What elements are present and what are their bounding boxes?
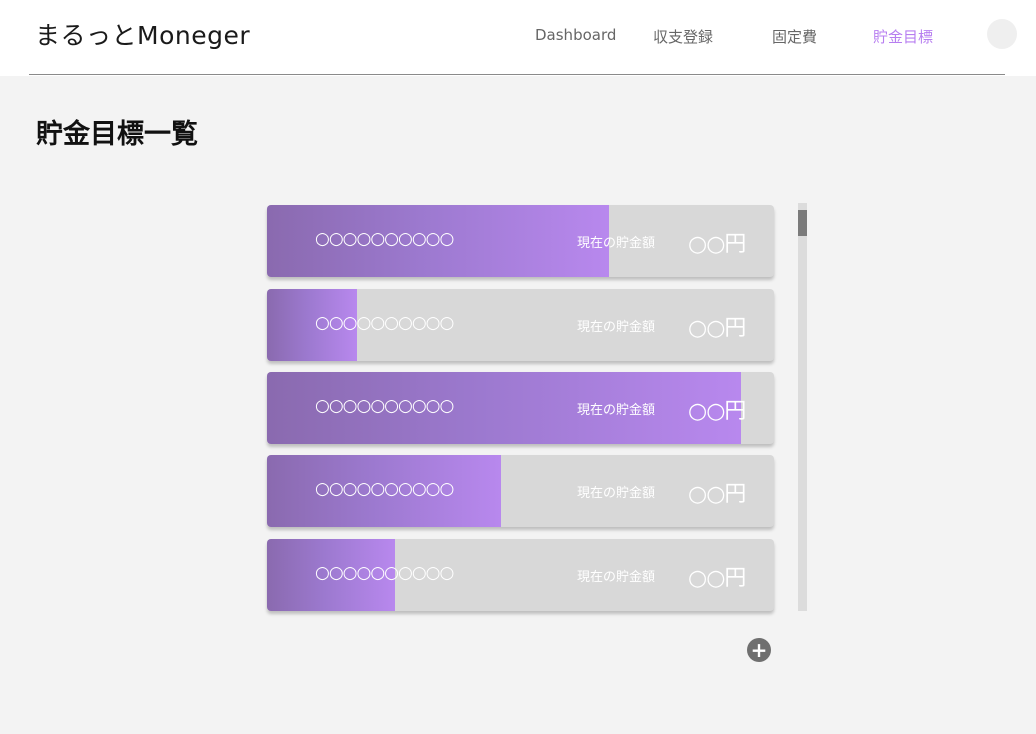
goal-amount: ○○円 [688,566,746,591]
goal-name: ○○○○○○○○○○ [315,479,454,499]
goal-card[interactable]: ○○○○○○○○○○ 現在の貯金額 ○○円 [267,289,774,361]
header-divider [29,74,1005,75]
goal-name: ○○○○○○○○○○ [315,563,454,583]
goal-current-label: 現在の貯金額 [577,236,656,251]
goal-amount: ○○円 [688,232,746,257]
goal-card[interactable]: ○○○○○○○○○○ 現在の貯金額 ○○円 [267,455,774,527]
goal-name: ○○○○○○○○○○ [315,396,454,416]
goal-name: ○○○○○○○○○○ [315,229,454,249]
goal-current-label: 現在の貯金額 [577,403,656,418]
add-goal-button[interactable]: + [747,638,771,662]
goal-amount: ○○円 [688,399,746,424]
goal-current-label: 現在の貯金額 [577,486,656,501]
page-title: 貯金目標一覧 [36,119,198,150]
nav-dashboard[interactable]: Dashboard [535,26,616,44]
app-header: まるっとMoneger Dashboard 収支登録 固定費 貯金目標 [0,0,1036,76]
goal-current-label: 現在の貯金額 [577,320,656,335]
goal-card[interactable]: ○○○○○○○○○○ 現在の貯金額 ○○円 [267,539,774,611]
goal-card[interactable]: ○○○○○○○○○○ 現在の貯金額 ○○円 [267,205,774,277]
goal-card[interactable]: ○○○○○○○○○○ 現在の貯金額 ○○円 [267,372,774,444]
app-title[interactable]: まるっとMoneger [35,16,250,52]
goal-amount: ○○円 [688,482,746,507]
goal-name: ○○○○○○○○○○ [315,313,454,333]
goal-current-label: 現在の貯金額 [577,570,656,585]
scrollbar[interactable] [798,203,807,611]
nav-fixed-costs[interactable]: 固定費 [772,26,817,47]
scrollbar-thumb[interactable] [798,210,807,236]
plus-icon: + [750,638,768,662]
nav-income-expense[interactable]: 収支登録 [653,26,713,47]
avatar[interactable] [987,19,1017,49]
nav-savings-goals[interactable]: 貯金目標 [873,26,933,47]
goal-amount: ○○円 [688,316,746,341]
